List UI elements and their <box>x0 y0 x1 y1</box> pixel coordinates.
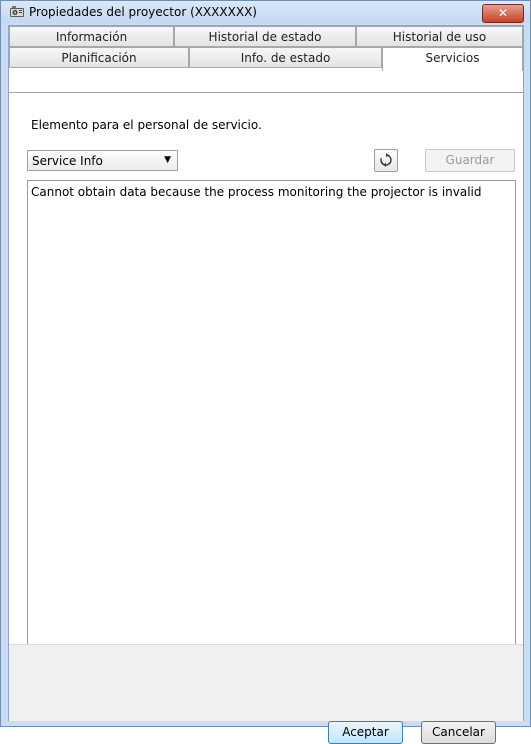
close-button[interactable]: ✕ <box>482 4 524 23</box>
refresh-button[interactable] <box>374 149 398 172</box>
projector-icon <box>9 5 25 19</box>
ok-button[interactable]: Aceptar <box>328 721 403 744</box>
tab-informacion[interactable]: Información <box>9 26 174 47</box>
cancel-button[interactable]: Cancelar <box>421 721 496 744</box>
title-bar[interactable]: Propiedades del proyector (XXXXXXX) ✕ <box>1 1 530 23</box>
service-info-output[interactable]: Cannot obtain data because the process m… <box>27 180 516 685</box>
tab-strip: Información Historial de estado Historia… <box>9 26 523 96</box>
tab-historial-uso[interactable]: Historial de uso <box>356 26 523 47</box>
properties-window: Propiedades del proyector (XXXXXXX) ✕ In… <box>0 0 531 744</box>
dialog-footer: Aceptar Cancelar <box>9 644 523 744</box>
refresh-icon <box>379 153 393 170</box>
close-icon: ✕ <box>497 6 509 20</box>
tab-info-estado[interactable]: Info. de estado <box>189 47 382 68</box>
save-button[interactable]: Guardar <box>425 149 515 172</box>
services-panel: Elemento para el personal de servicio. S… <box>9 92 523 685</box>
window-title: Propiedades del proyector (XXXXXXX) <box>29 5 257 19</box>
tab-historial-estado[interactable]: Historial de estado <box>174 26 356 47</box>
output-text: Cannot obtain data because the process m… <box>31 185 482 199</box>
dropdown-value: Service Info <box>32 154 103 168</box>
service-info-dropdown[interactable]: Service Info ▼ <box>27 150 178 171</box>
tab-planificacion[interactable]: Planificación <box>9 47 189 68</box>
dialog-body: Información Historial de estado Historia… <box>8 25 524 744</box>
chevron-down-icon: ▼ <box>164 155 171 165</box>
services-description: Elemento para el personal de servicio. <box>31 118 262 132</box>
tab-servicios[interactable]: Servicios <box>382 47 523 71</box>
